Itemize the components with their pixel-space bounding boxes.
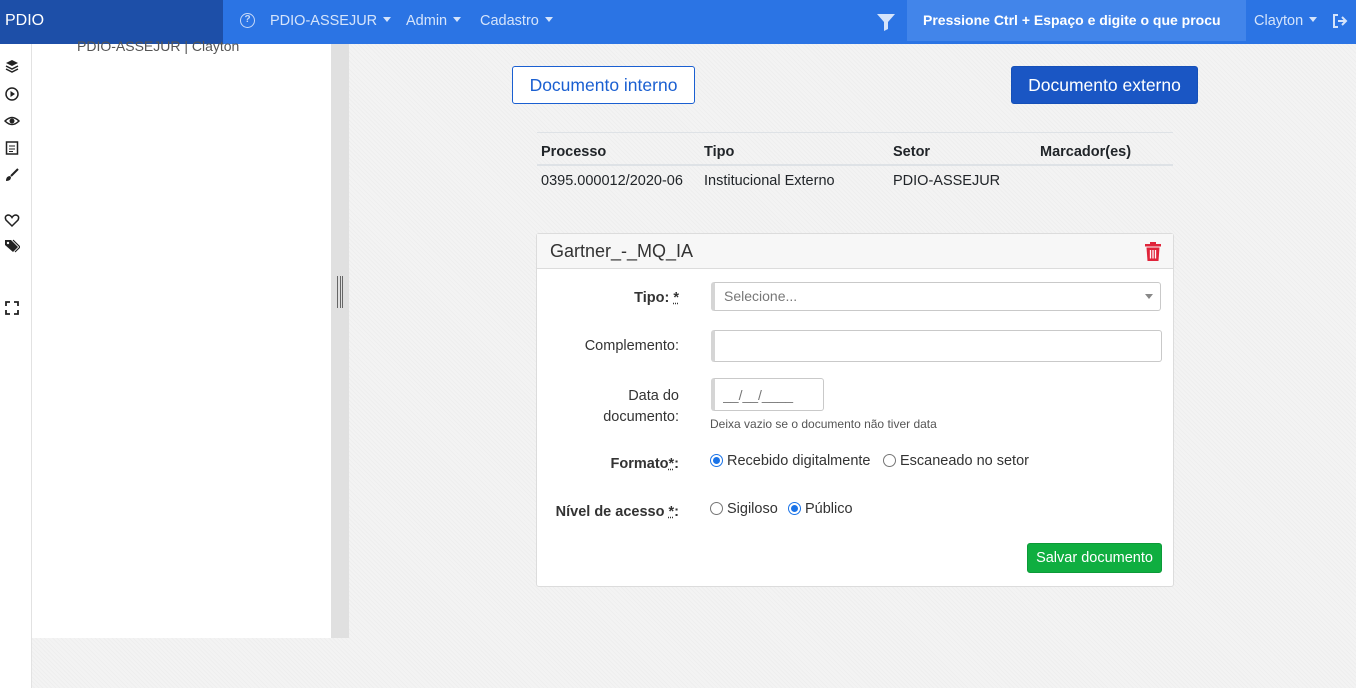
process-table: Processo Tipo Setor Marcador(es) 0395.00… — [537, 132, 1173, 197]
icon-rail — [0, 44, 32, 688]
internal-document-button[interactable]: Documento interno — [512, 66, 695, 104]
user-menu[interactable]: Clayton — [1254, 0, 1318, 44]
formato-label: Formato*: — [611, 456, 680, 472]
card-header: Gartner_-_MQ_IA — [537, 234, 1173, 269]
process-number-cell[interactable]: 0395.000012/2020-06 — [537, 165, 700, 197]
formato-digital-label[interactable]: Recebido digitalmente — [727, 453, 870, 469]
date-help-text: Deixa vazio se o documento não tiver dat… — [710, 417, 937, 431]
tipo-label: Tipo: * — [634, 290, 679, 306]
chevron-down-icon — [544, 17, 553, 22]
table-row: 0395.000012/2020-06 Institucional Extern… — [537, 165, 1173, 197]
complemento-input[interactable] — [711, 330, 1162, 362]
trash-icon[interactable] — [1144, 242, 1162, 261]
required-marker: * — [673, 290, 679, 306]
user-menu-label: Clayton — [1254, 13, 1304, 29]
data-label-line2: documento: — [603, 409, 679, 425]
external-document-button[interactable]: Documento externo — [1011, 66, 1198, 104]
heart-icon[interactable] — [4, 212, 20, 228]
cadastro-menu-label: Cadastro — [480, 13, 539, 29]
chevron-down-icon — [1145, 294, 1153, 299]
tipo-label-text: Tipo: — [634, 290, 670, 306]
formato-scanned-radio[interactable] — [883, 454, 896, 467]
eye-icon[interactable] — [4, 113, 20, 129]
nivel-colon: : — [674, 504, 679, 520]
formato-digital-radio[interactable] — [710, 454, 723, 467]
process-markers-cell — [1036, 165, 1173, 197]
tipo-select-placeholder: Selecione... — [724, 288, 798, 304]
notepad-icon[interactable] — [4, 140, 20, 156]
cadastro-menu[interactable]: Cadastro — [480, 0, 553, 44]
brush-icon[interactable] — [4, 167, 20, 183]
tags-icon[interactable] — [4, 238, 20, 254]
save-document-button[interactable]: Salvar documento — [1027, 543, 1162, 573]
chevron-down-icon — [453, 17, 462, 22]
column-header: Tipo — [700, 132, 889, 166]
sigiloso-label[interactable]: Sigiloso — [727, 501, 778, 517]
expand-icon[interactable] — [4, 300, 20, 316]
document-card: Gartner_-_MQ_IA Tipo: * Selecione... Com… — [536, 233, 1174, 587]
layers-icon[interactable] — [4, 58, 20, 74]
formato-colon: : — [674, 456, 679, 472]
admin-menu-label: Admin — [406, 13, 448, 29]
filter-icon[interactable] — [876, 12, 896, 32]
table-header-row: Processo Tipo Setor Marcador(es) — [537, 132, 1173, 166]
formato-label-text: Formato — [610, 456, 669, 472]
column-header: Setor — [889, 132, 1036, 166]
side-panel: PDIO-ASSEJUR | Clayton — [32, 38, 331, 638]
play-circle-icon[interactable] — [4, 86, 20, 102]
complemento-label: Complemento: — [584, 338, 679, 354]
unit-menu-label: PDIO-ASSEJUR — [270, 13, 378, 29]
process-type-cell: Institucional Externo — [704, 173, 835, 189]
chevron-down-icon — [383, 17, 392, 22]
data-label-line1: Data do — [628, 388, 679, 404]
document-title: Gartner_-_MQ_IA — [550, 241, 694, 261]
nivel-acesso-label: Nível de acesso *: — [556, 504, 679, 520]
sigiloso-radio[interactable] — [710, 502, 723, 515]
publico-label[interactable]: Público — [805, 501, 853, 517]
tipo-select[interactable]: Selecione... — [711, 282, 1161, 311]
process-sector-cell: PDIO-ASSEJUR — [893, 173, 1001, 189]
search-input[interactable]: Pressione Ctrl + Espaço e digite o que p… — [907, 0, 1246, 41]
side-panel-title: PDIO-ASSEJUR | Clayton — [77, 38, 240, 54]
panel-splitter[interactable] — [331, 44, 349, 638]
splitter-grip-icon[interactable] — [337, 276, 343, 308]
date-input[interactable] — [711, 378, 824, 411]
column-header: Processo — [537, 132, 700, 166]
help-icon[interactable]: ? — [240, 13, 255, 28]
chevron-down-icon — [1309, 17, 1318, 22]
publico-radio[interactable] — [788, 502, 801, 515]
nivel-label-text: Nível de acesso — [555, 504, 665, 520]
formato-scanned-label[interactable]: Escaneado no setor — [900, 453, 1029, 469]
data-label: Data do documento: — [603, 386, 679, 428]
admin-menu[interactable]: Admin — [406, 0, 462, 44]
unit-menu[interactable]: PDIO-ASSEJUR — [270, 0, 392, 44]
logout-icon[interactable] — [1332, 13, 1348, 29]
column-header: Marcador(es) — [1036, 132, 1173, 166]
